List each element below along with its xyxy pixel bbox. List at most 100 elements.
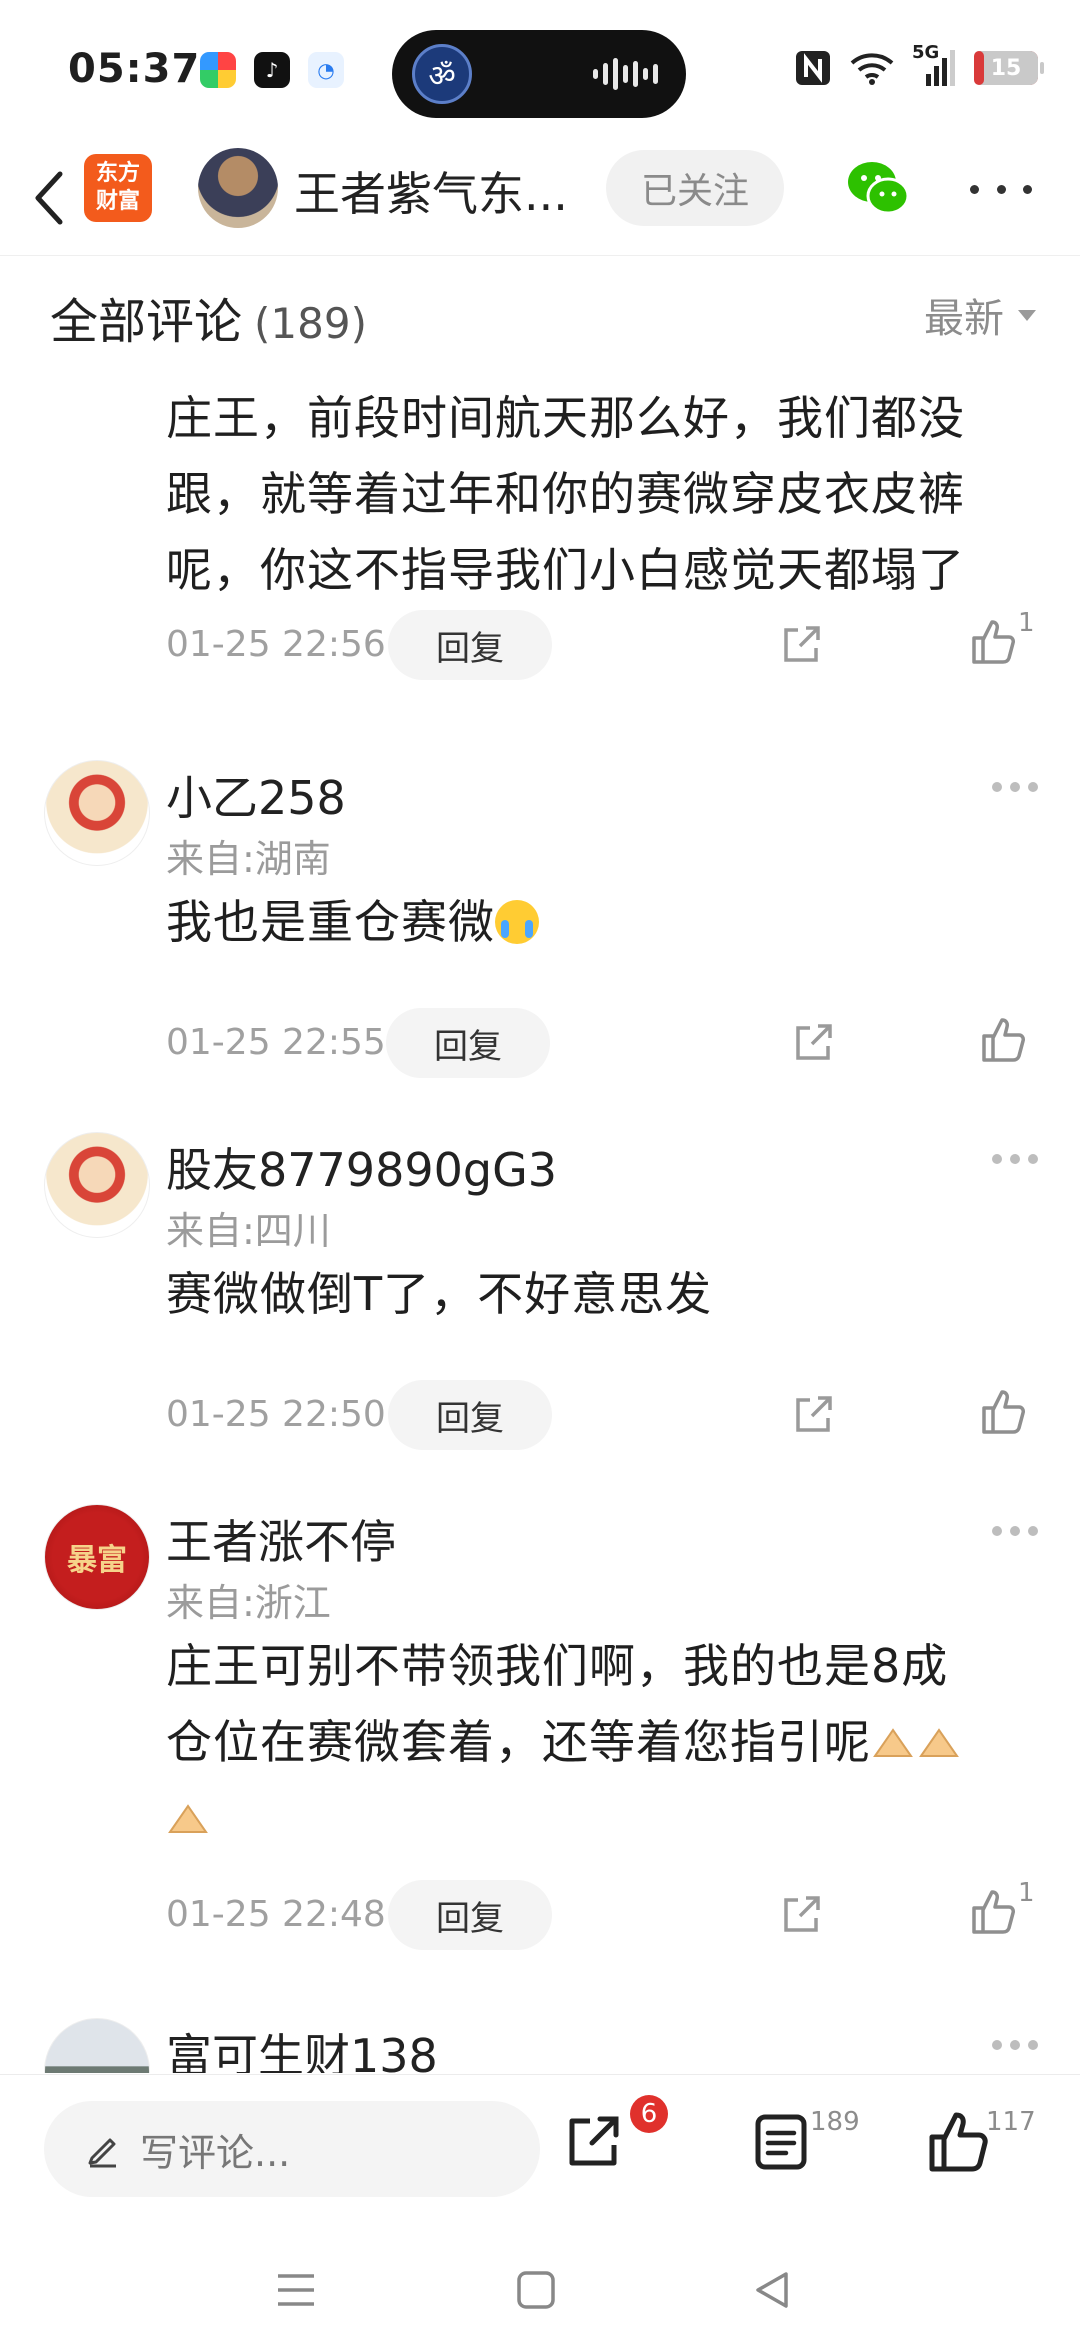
like-count: 1 <box>1018 1878 1035 1908</box>
comment-item: 股友8779890gG3 来自:四川 赛微做倒T了，不好意思发 01-25 22… <box>0 1132 1080 1472</box>
app-logo[interactable]: 东方 财富 <box>84 154 152 222</box>
comment-more-button[interactable] <box>992 2040 1038 2052</box>
comment-item: 暴富 王者涨不停 来自:浙江 庄王可别不带领我们啊，我的也是8成 仓位在赛微套着… <box>0 1504 1080 1974</box>
commenter-name[interactable]: 小乙258 <box>166 762 346 828</box>
comment-more-button[interactable] <box>992 782 1038 794</box>
crying-emoji-icon <box>495 900 539 944</box>
commenter-location: 来自:四川 <box>166 1209 331 1253</box>
comment-more-button[interactable] <box>992 1526 1038 1538</box>
commenter-avatar[interactable]: 暴富 <box>44 1504 150 1610</box>
comment-text: 庄王，前段时间航天那么好，我们都没跟，就等着过年和你的赛微穿皮衣皮裤呢，你这不指… <box>166 391 965 597</box>
dynamic-island[interactable]: ॐ <box>392 30 686 118</box>
comment-text-line <box>166 1780 1046 1856</box>
comment-item: 小乙258 来自:湖南 我也是重仓赛微 01-25 22:55 回复 <box>0 760 1080 1100</box>
wifi-icon <box>850 53 894 85</box>
author-name[interactable]: 王者紫气东... <box>294 158 568 224</box>
reply-button[interactable]: 回复 <box>388 610 552 680</box>
status-right: 5G 15 <box>794 42 1044 88</box>
chevron-left-icon <box>35 171 63 225</box>
comment-input[interactable]: 写评论... <box>44 2101 540 2197</box>
sort-dropdown[interactable]: 最新 <box>924 286 1036 344</box>
like-button[interactable]: 1 <box>970 1878 1035 1940</box>
comment-text: 我也是重仓赛微 <box>166 884 1046 960</box>
thumbs-up-icon <box>982 1390 1025 1434</box>
dot-icon <box>996 184 1006 194</box>
commenter-name[interactable]: 股友8779890gG3 <box>166 1134 557 1200</box>
pencil-icon <box>88 2138 116 2168</box>
photos-app-icon <box>200 52 236 88</box>
author-avatar[interactable] <box>198 148 278 228</box>
share-badge: 6 <box>630 2095 668 2133</box>
app-logo-line2: 财富 <box>95 189 140 214</box>
commenter-avatar[interactable] <box>44 1132 150 1238</box>
commenter-location: 来自:浙江 <box>166 1581 331 1625</box>
bottom-action-bar: 写评论... 6 189 117 <box>0 2074 1080 2234</box>
more-options-button[interactable] <box>970 166 1032 212</box>
follow-button[interactable]: 已关注 <box>606 150 784 226</box>
reply-button[interactable]: 回复 <box>386 1008 550 1078</box>
battery-level: 15 <box>990 55 1022 81</box>
thumbs-up-icon <box>972 1890 1015 1934</box>
comment-text-line: 仓位在赛微套着，还等着您指引呢 <box>166 1704 1046 1780</box>
share-button[interactable] <box>562 2109 642 2189</box>
comments-header: 全部评论 (189) 最新 <box>0 258 1080 368</box>
comment-time: 01-25 22:55 <box>166 1022 386 1063</box>
signal-indicator: 5G <box>912 42 956 88</box>
share-icon[interactable] <box>780 1892 824 1936</box>
like-button[interactable] <box>980 1388 1040 1440</box>
comment-more-button[interactable] <box>992 1154 1038 1166</box>
dot-icon <box>1023 184 1032 194</box>
back-triangle-icon[interactable] <box>752 2270 792 2310</box>
thumbs-up-icon <box>929 2112 988 2172</box>
battery-indicator: 15 <box>974 51 1044 85</box>
commenter-avatar[interactable] <box>44 760 150 866</box>
comments-count: (189) <box>254 299 367 348</box>
share-icon[interactable] <box>780 622 824 666</box>
menu-icon[interactable] <box>274 2270 318 2310</box>
praying-hands-emoji-icon <box>919 1728 959 1757</box>
back-button[interactable] <box>20 160 80 236</box>
comments-title-text: 全部评论 <box>50 294 243 350</box>
comment-text-body: 仓位在赛微套着，还等着您指引呢 <box>166 1715 871 1769</box>
comment-time: 01-25 22:48 <box>166 1894 386 1935</box>
comment-text: 庄王可别不带领我们啊，我的也是8成 仓位在赛微套着，还等着您指引呢 <box>166 1628 1046 1856</box>
dot-icon <box>970 184 979 194</box>
praying-hands-emoji-icon <box>168 1804 208 1833</box>
commenter-location: 来自:湖南 <box>166 837 331 881</box>
comment-item: 庄王，前段时间航天那么好，我们都没跟，就等着过年和你的赛微穿皮衣皮裤呢，你这不指… <box>0 368 1080 698</box>
reply-button[interactable]: 回复 <box>388 1880 552 1950</box>
share-icon[interactable] <box>792 1392 836 1436</box>
comment-meta: 01-25 22:56 回复 1 <box>166 608 1046 680</box>
commenter-name[interactable]: 富可生财138 <box>166 2020 438 2073</box>
tiktok-app-icon: ♪ <box>254 52 290 88</box>
home-icon[interactable] <box>516 2270 556 2310</box>
commenter-name[interactable]: 王者涨不停 <box>166 1506 396 1572</box>
signal-bars-icon <box>926 50 955 86</box>
like-count: 1 <box>1018 608 1035 638</box>
comment-item: 富可生财138 <box>0 2018 1080 2073</box>
like-count: 117 <box>986 2107 1036 2137</box>
now-playing-logo-icon: ॐ <box>412 44 472 104</box>
like-button[interactable]: 1 <box>970 608 1035 670</box>
comment-meta: 01-25 22:48 回复 1 <box>166 1878 1046 1950</box>
comment-count: 189 <box>810 2107 860 2137</box>
wechat-share-icon[interactable] <box>846 158 910 218</box>
comment-time: 01-25 22:50 <box>166 1394 386 1435</box>
comment-list[interactable]: 庄王，前段时间航天那么好，我们都没跟，就等着过年和你的赛微穿皮衣皮裤呢，你这不指… <box>0 368 1080 2073</box>
commenter-avatar[interactable] <box>44 2018 150 2073</box>
browser-app-icon: ◔ <box>308 52 344 88</box>
caret-down-icon <box>1018 309 1036 321</box>
share-icon <box>569 2116 619 2166</box>
like-button[interactable] <box>980 1016 1040 1068</box>
sort-label: 最新 <box>924 296 1004 342</box>
share-icon[interactable] <box>792 1020 836 1064</box>
thumbs-up-icon <box>982 1018 1025 1062</box>
praying-hands-emoji-icon <box>873 1728 913 1757</box>
status-time: 05:37 <box>68 46 201 92</box>
nfc-icon <box>796 51 830 85</box>
comment-meta: 01-25 22:55 回复 <box>166 1008 1046 1078</box>
app-logo-line1: 东方 <box>95 161 140 186</box>
comment-text-line: 庄王可别不带领我们啊，我的也是8成 <box>166 1639 949 1693</box>
reply-button[interactable]: 回复 <box>388 1380 552 1450</box>
status-bar: 05:37 ♪ ◔ ॐ 5G 15 <box>0 0 1080 140</box>
